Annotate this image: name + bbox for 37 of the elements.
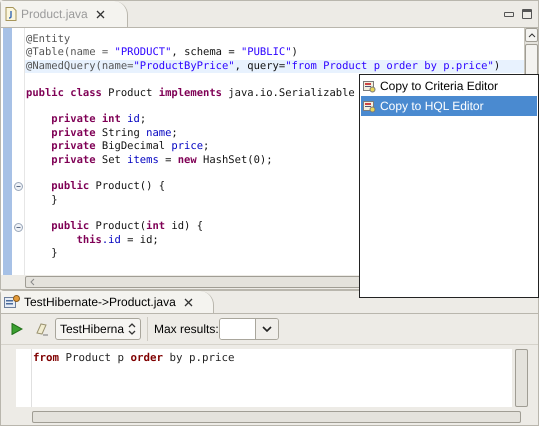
code-line: private int id; <box>50 113 146 127</box>
menu-item[interactable]: Copy to Criteria Editor <box>361 76 537 96</box>
tab-label: Product.java <box>21 6 88 23</box>
code-line: } <box>50 194 58 208</box>
code-line: private String name; <box>50 126 178 140</box>
editor-icon <box>363 80 376 92</box>
run-icon[interactable] <box>11 323 23 335</box>
java-file-icon <box>5 7 17 21</box>
close-icon[interactable] <box>96 10 105 18</box>
code-line: this.id = id; <box>76 234 159 248</box>
query-tab[interactable]: TestHibernate->Product.java <box>1 291 214 313</box>
fold-icon[interactable] <box>14 222 22 232</box>
horizontal-scrollbar[interactable] <box>25 276 361 288</box>
close-icon[interactable] <box>184 298 193 306</box>
code-line: public Product() { <box>50 180 166 194</box>
code-line: private Set items = new HashSet(0); <box>50 154 273 167</box>
eraser-icon[interactable] <box>35 322 49 336</box>
code-line: @Table(name = "PRODUCT", schema = "PUBLIC") <box>25 46 298 60</box>
code-line: private BigDecimal price; <box>50 140 210 154</box>
configuration-select[interactable]: TestHiberna <box>55 318 141 340</box>
scroll-up-icon[interactable] <box>525 28 538 42</box>
spinner-icon <box>128 323 136 335</box>
editor-icon <box>363 100 376 112</box>
maximize-icon[interactable] <box>522 9 532 19</box>
code-line: public class Product implements java.io.Serializable <box>25 86 355 100</box>
query-editor-icon <box>4 295 20 309</box>
max-results-label: Max results: <box>154 321 219 338</box>
tab-label: TestHibernate->Product.java <box>24 294 176 311</box>
code-line: } <box>50 247 58 261</box>
menu-item[interactable]: Copy to HQL Editor <box>361 96 537 116</box>
code-line: public Product(int id) { <box>50 220 204 234</box>
minimize-icon[interactable] <box>504 12 514 16</box>
fold-icon[interactable] <box>14 182 22 192</box>
dropdown-icon[interactable] <box>262 326 272 332</box>
code-line: @Entity <box>25 33 70 46</box>
vertical-scrollbar[interactable] <box>515 349 528 407</box>
horizontal-scrollbar[interactable] <box>32 411 521 423</box>
